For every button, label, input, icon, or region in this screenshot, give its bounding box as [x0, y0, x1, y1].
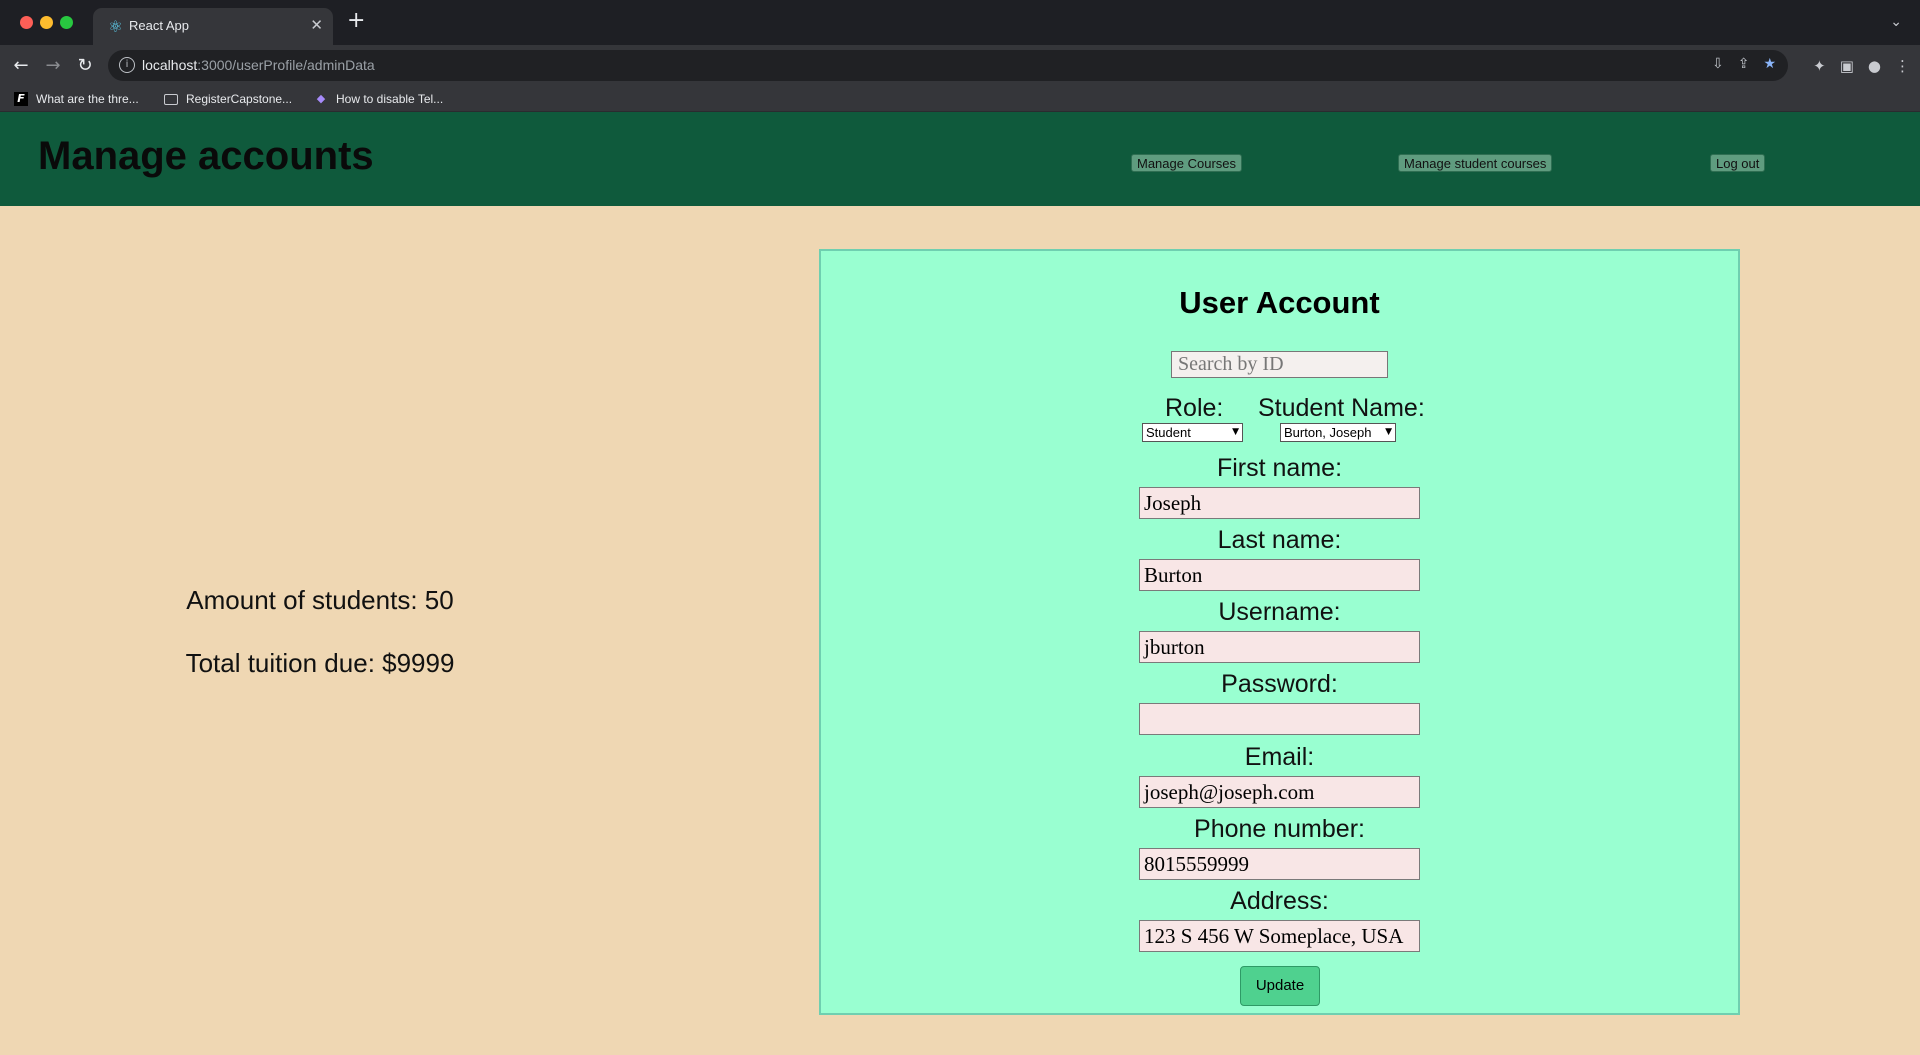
address-bar[interactable]: i localhost:3000/userProfile/adminData ⇩… [108, 50, 1788, 81]
install-app-icon[interactable]: ⇩ [1712, 56, 1724, 72]
bookmark-label: RegisterCapstone... [186, 92, 293, 106]
phone-label: Phone number: [1194, 815, 1365, 843]
student-count: Amount of students: 50 [186, 585, 454, 615]
bookmark-item[interactable]: F What are the thre... [14, 92, 139, 106]
email-label: Email: [1244, 743, 1315, 771]
site-info-icon[interactable]: i [119, 57, 135, 73]
url-text[interactable]: localhost:3000/userProfile/adminData [142, 57, 375, 73]
new-tab-button[interactable]: + [347, 10, 365, 32]
share-icon[interactable]: ⇪ [1738, 56, 1750, 72]
app-header: Manage accounts Manage Courses Manage st… [0, 112, 1920, 206]
close-window-button[interactable] [20, 16, 33, 29]
side-panel-icon[interactable]: ▣ [1840, 57, 1854, 75]
bookmark-label: What are the thre... [36, 92, 139, 106]
close-tab-icon[interactable]: ✕ [310, 16, 323, 34]
page-title: Manage accounts [38, 134, 374, 178]
browser-toolbar: ← → ↻ i localhost:3000/userProfile/admin… [0, 45, 1920, 88]
url-path: :3000/userProfile/adminData [197, 57, 375, 73]
f-logo-icon: F [14, 92, 28, 106]
bookmarks-bar: F What are the thre... RegisterCapstone..… [0, 88, 1920, 112]
gem-icon: ◆ [316, 92, 326, 105]
bookmark-item[interactable]: ◆ How to disable Tel... [314, 92, 443, 106]
user-account-panel: User Account Role: Student Name: Student… [819, 249, 1740, 1015]
tab-search-chevron-icon[interactable]: ⌄ [1890, 14, 1902, 30]
phone-field[interactable]: 8015559999 [1139, 848, 1420, 880]
update-button[interactable]: Update [1240, 966, 1320, 1006]
student-name-select[interactable]: Burton, Joseph ▼ [1280, 423, 1396, 442]
stats-summary: Amount of students: 50 Total tuition due… [0, 585, 640, 711]
maximize-window-button[interactable] [60, 16, 73, 29]
browser-tab[interactable]: ⚛ React App ✕ [93, 8, 333, 45]
student-name-select-value: Burton, Joseph [1284, 425, 1372, 440]
role-select-value: Student [1146, 425, 1191, 440]
search-input[interactable] [1171, 351, 1388, 378]
role-select[interactable]: Student ▼ [1142, 423, 1243, 442]
address-label: Address: [1230, 887, 1329, 915]
browser-tab-bar: ⚛ React App ✕ + ⌄ [0, 0, 1920, 45]
chevron-down-icon: ▼ [1385, 427, 1392, 437]
bookmark-label: How to disable Tel... [336, 92, 444, 106]
role-label: Role: [1165, 394, 1224, 422]
first-name-field[interactable]: Joseph [1139, 487, 1420, 519]
extensions-icon[interactable]: ✦ [1813, 57, 1826, 75]
address-field[interactable]: 123 S 456 W Someplace, USA [1139, 920, 1420, 952]
menu-icon[interactable]: ⋮ [1895, 57, 1910, 75]
minimize-window-button[interactable] [40, 16, 53, 29]
email-field[interactable]: joseph@joseph.com [1139, 776, 1420, 808]
chevron-down-icon: ▼ [1232, 427, 1239, 437]
bookmark-star-icon[interactable]: ★ [1763, 56, 1776, 72]
panel-title: User Account [1179, 285, 1380, 320]
last-name-label: Last name: [1217, 526, 1342, 554]
forward-button[interactable]: → [41, 54, 65, 78]
manage-courses-button[interactable]: Manage Courses [1131, 154, 1242, 172]
react-icon: ⚛ [108, 17, 123, 36]
password-label: Password: [1221, 670, 1338, 698]
back-button[interactable]: ← [9, 54, 33, 78]
reload-button[interactable]: ↻ [73, 54, 97, 78]
username-field[interactable]: jburton [1139, 631, 1420, 663]
password-field[interactable] [1139, 703, 1420, 735]
first-name-label: First name: [1216, 454, 1343, 482]
manage-student-courses-button[interactable]: Manage student courses [1398, 154, 1553, 172]
profile-icon[interactable]: ● [1868, 57, 1881, 75]
bookmark-folder[interactable]: RegisterCapstone... [164, 92, 292, 106]
tuition-total: Total tuition due: $9999 [185, 648, 455, 678]
student-name-label: Student Name: [1258, 394, 1425, 422]
tab-title: React App [129, 18, 189, 33]
url-host: localhost [142, 57, 198, 73]
last-name-field[interactable]: Burton [1139, 559, 1420, 591]
logout-button[interactable]: Log out [1710, 154, 1766, 172]
folder-icon [164, 93, 178, 105]
username-label: Username: [1218, 598, 1341, 626]
